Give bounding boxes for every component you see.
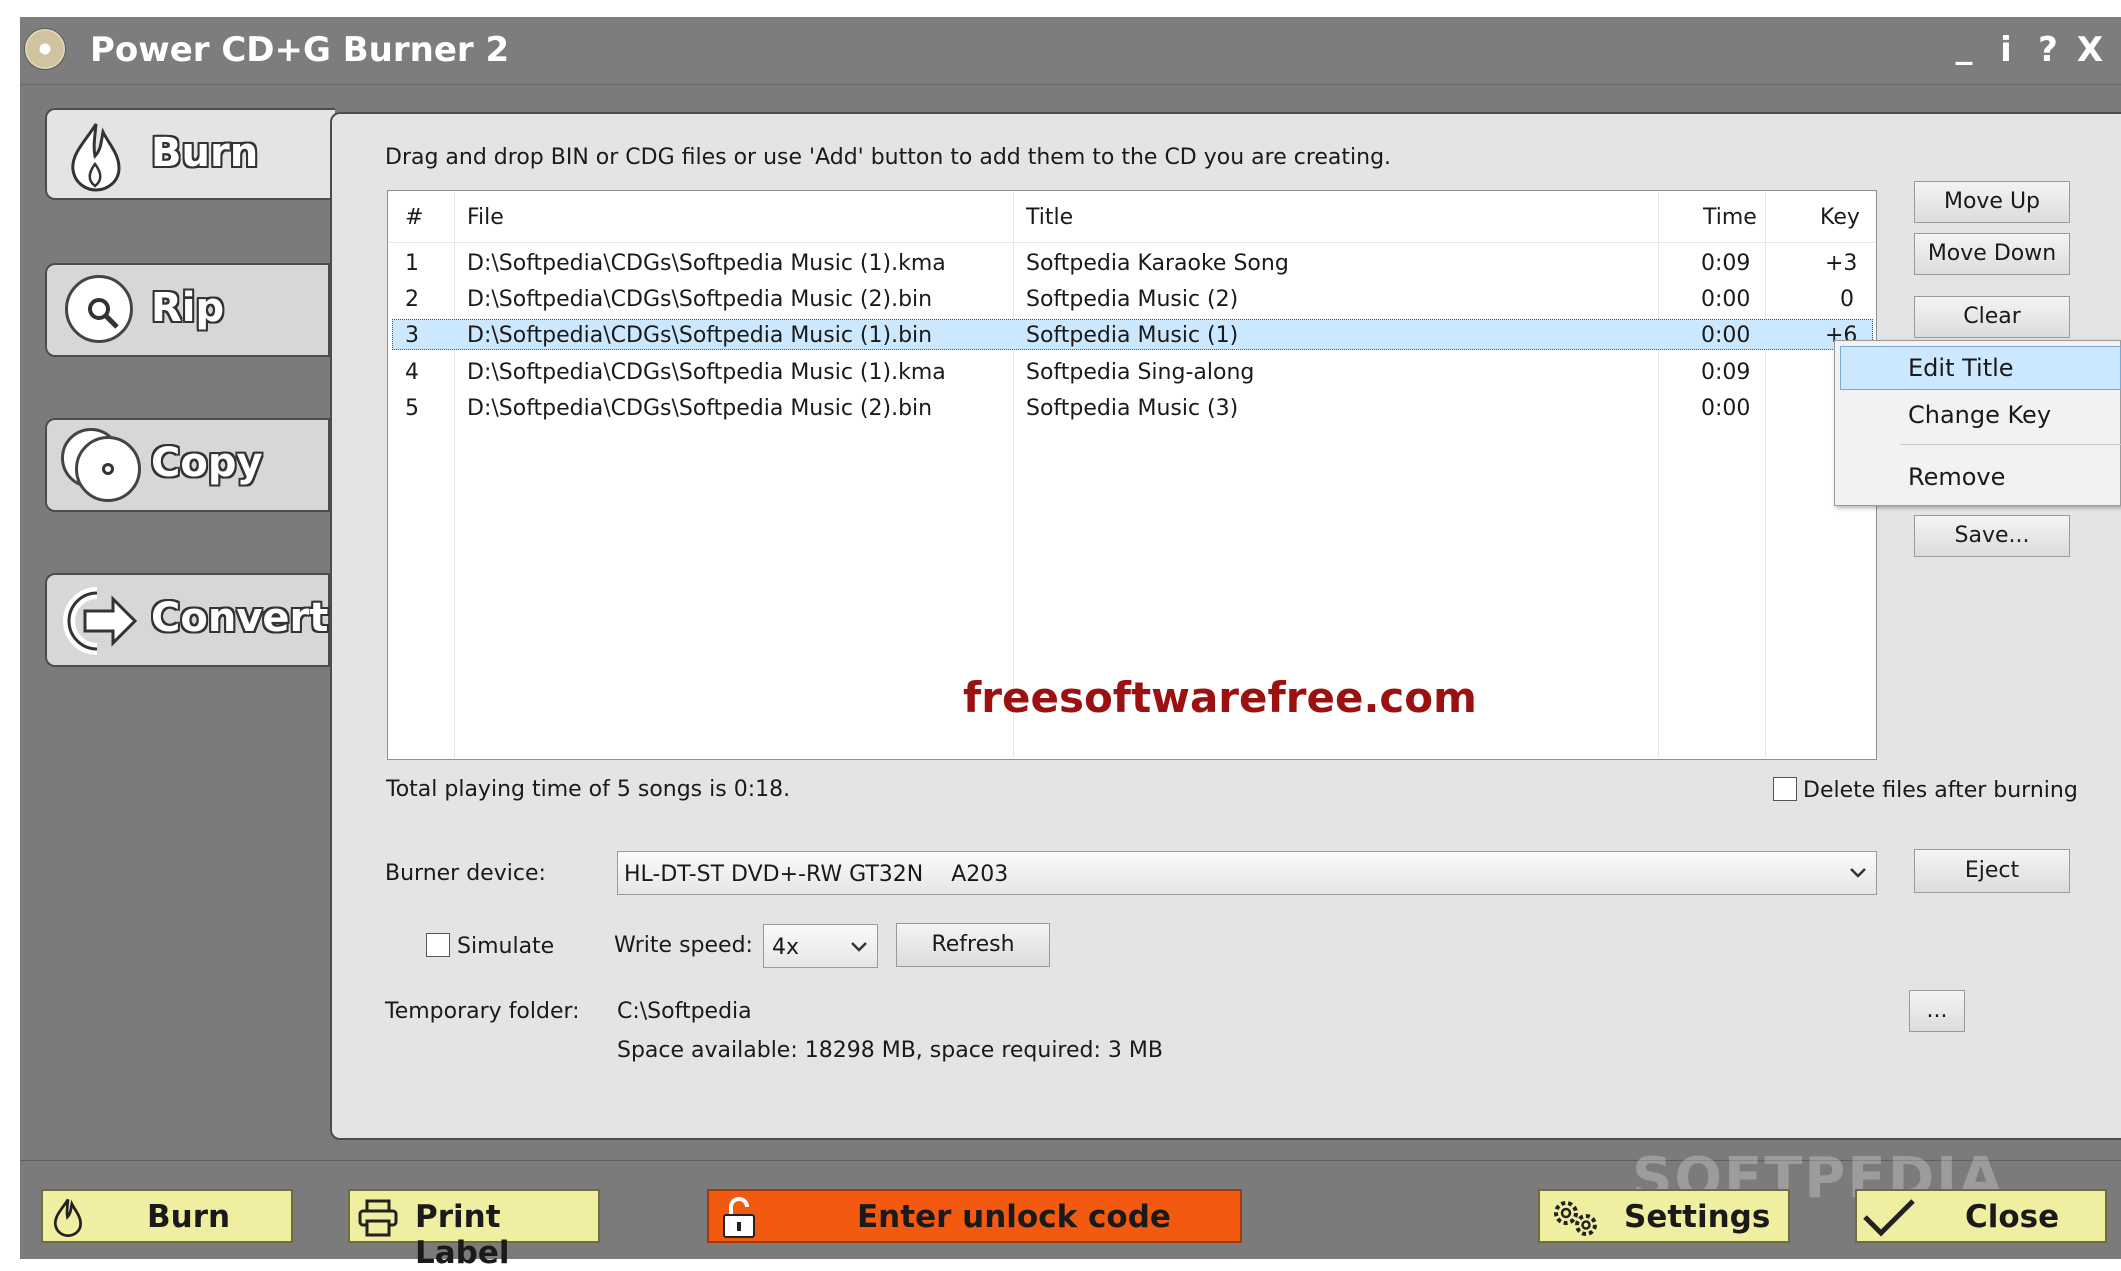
row-file[interactable]: D:\Softpedia\CDGs\Softpedia Music (1).bi… [467, 323, 932, 348]
write-speed-label: Write speed: [614, 933, 753, 958]
row-key: +3 [1825, 251, 1858, 276]
help-button[interactable]: ? [2028, 30, 2068, 70]
bottom-burn-button[interactable]: Burn [41, 1189, 293, 1243]
chevron-down-icon [851, 942, 867, 952]
space-info-text: Space available: 18298 MB, space require… [617, 1038, 1163, 1063]
temp-folder-value: C:\Softpedia [617, 999, 752, 1024]
context-edit-title[interactable]: Edit Title [1908, 354, 2014, 382]
print-label-button[interactable]: Print Label [348, 1189, 600, 1271]
list-header [388, 191, 1876, 243]
cd-icon [24, 28, 66, 70]
watermark-text: freesoftwarefree.com [963, 673, 1477, 722]
settings-button[interactable]: Settings [1538, 1189, 1790, 1243]
save-button[interactable]: Save... [1914, 515, 2070, 557]
column-header-num[interactable]: # [405, 205, 423, 230]
row-time: 0:09 [1701, 251, 1751, 276]
close-button[interactable]: Close [1855, 1189, 2107, 1243]
row-time: 0:09 [1701, 360, 1751, 385]
row-num: 3 [405, 323, 419, 348]
row-title[interactable]: Softpedia Music (2) [1026, 287, 1238, 312]
gears-icon [1554, 1201, 1597, 1236]
magnifier-glyph [88, 298, 119, 329]
row-time: 0:00 [1701, 396, 1751, 421]
instruction-text: Drag and drop BIN or CDG files or use 'A… [385, 145, 1392, 170]
column-header-time[interactable]: Time [1703, 205, 1757, 230]
row-num: 1 [405, 251, 419, 276]
row-title[interactable]: Softpedia Music (3) [1026, 396, 1238, 421]
nav-burn-label: Burn [151, 130, 259, 176]
simulate-label: Simulate [457, 934, 555, 959]
clear-button[interactable]: Clear [1914, 296, 2070, 338]
cd-hole-glyph [102, 463, 114, 475]
burner-device-value: HL-DT-ST DVD+-RW GT32N A203 [624, 862, 1009, 887]
nav-rip-label: Rip [151, 285, 225, 331]
nav-copy-label: Copy [151, 440, 263, 486]
close-label: Close [1965, 1199, 2060, 1235]
context-remove[interactable]: Remove [1908, 463, 2005, 491]
row-title[interactable]: Softpedia Karaoke Song [1026, 251, 1289, 276]
column-header-title[interactable]: Title [1026, 205, 1073, 230]
printer-icon [358, 1199, 398, 1237]
enter-unlock-code-label: Enter unlock code [857, 1199, 1171, 1235]
flame-icon [71, 123, 121, 192]
move-up-button[interactable]: Move Up [1914, 181, 2070, 223]
minimize-button[interactable]: _ [1944, 26, 1984, 66]
column-separator [1658, 192, 1659, 758]
browse-folder-button[interactable]: ... [1909, 990, 1965, 1032]
settings-label: Settings [1624, 1199, 1771, 1235]
eject-button[interactable]: Eject [1914, 849, 2070, 893]
row-title[interactable]: Softpedia Music (1) [1026, 323, 1238, 348]
row-num: 2 [405, 287, 419, 312]
temp-folder-label: Temporary folder: [385, 999, 580, 1024]
write-speed-value: 4x [772, 935, 800, 960]
row-file[interactable]: D:\Softpedia\CDGs\Softpedia Music (1).km… [467, 360, 946, 385]
column-header-file[interactable]: File [467, 205, 504, 230]
flame-icon [53, 1198, 82, 1237]
row-file[interactable]: D:\Softpedia\CDGs\Softpedia Music (2).bi… [467, 396, 932, 421]
move-down-button[interactable]: Move Down [1914, 233, 2070, 275]
enter-unlock-code-button[interactable]: Enter unlock code [707, 1189, 1242, 1243]
column-separator [454, 192, 455, 758]
padlock-icon [723, 1197, 755, 1238]
window-title: Power CD+G Burner 2 [90, 30, 510, 70]
burner-device-label: Burner device: [385, 861, 546, 886]
row-key: 0 [1840, 287, 1854, 312]
checkmark-icon [1863, 1199, 1915, 1237]
chevron-down-icon [1850, 868, 1866, 878]
column-header-key[interactable]: Key [1820, 205, 1860, 230]
nav-rip[interactable]: Rip [45, 263, 330, 357]
row-num: 5 [405, 396, 419, 421]
delete-files-checkbox[interactable] [1773, 777, 1797, 801]
total-time-text: Total playing time of 5 songs is 0:18. [386, 777, 791, 802]
nav-convert[interactable]: Convert [45, 573, 330, 667]
close-window-button[interactable]: X [2070, 30, 2110, 70]
row-file[interactable]: D:\Softpedia\CDGs\Softpedia Music (2).bi… [467, 287, 932, 312]
refresh-button[interactable]: Refresh [896, 923, 1050, 967]
row-time: 0:00 [1701, 287, 1751, 312]
nav-copy[interactable]: Copy [45, 418, 330, 512]
arrow-right-icon [63, 587, 137, 655]
nav-convert-label: Convert [151, 595, 329, 641]
nav-burn[interactable]: Burn [45, 108, 335, 200]
print-label-text: Print Label [415, 1199, 510, 1271]
delete-files-label: Delete files after burning [1803, 778, 2078, 803]
row-file[interactable]: D:\Softpedia\CDGs\Softpedia Music (1).km… [467, 251, 946, 276]
row-title[interactable]: Softpedia Sing-along [1026, 360, 1254, 385]
context-separator [1900, 444, 2121, 445]
bottom-burn-label: Burn [147, 1199, 231, 1235]
row-time: 0:00 [1701, 323, 1751, 348]
column-separator [1765, 192, 1766, 758]
row-num: 4 [405, 360, 419, 385]
simulate-checkbox[interactable] [426, 933, 450, 957]
info-button[interactable]: i [1986, 30, 2026, 70]
context-change-key[interactable]: Change Key [1908, 401, 2051, 429]
